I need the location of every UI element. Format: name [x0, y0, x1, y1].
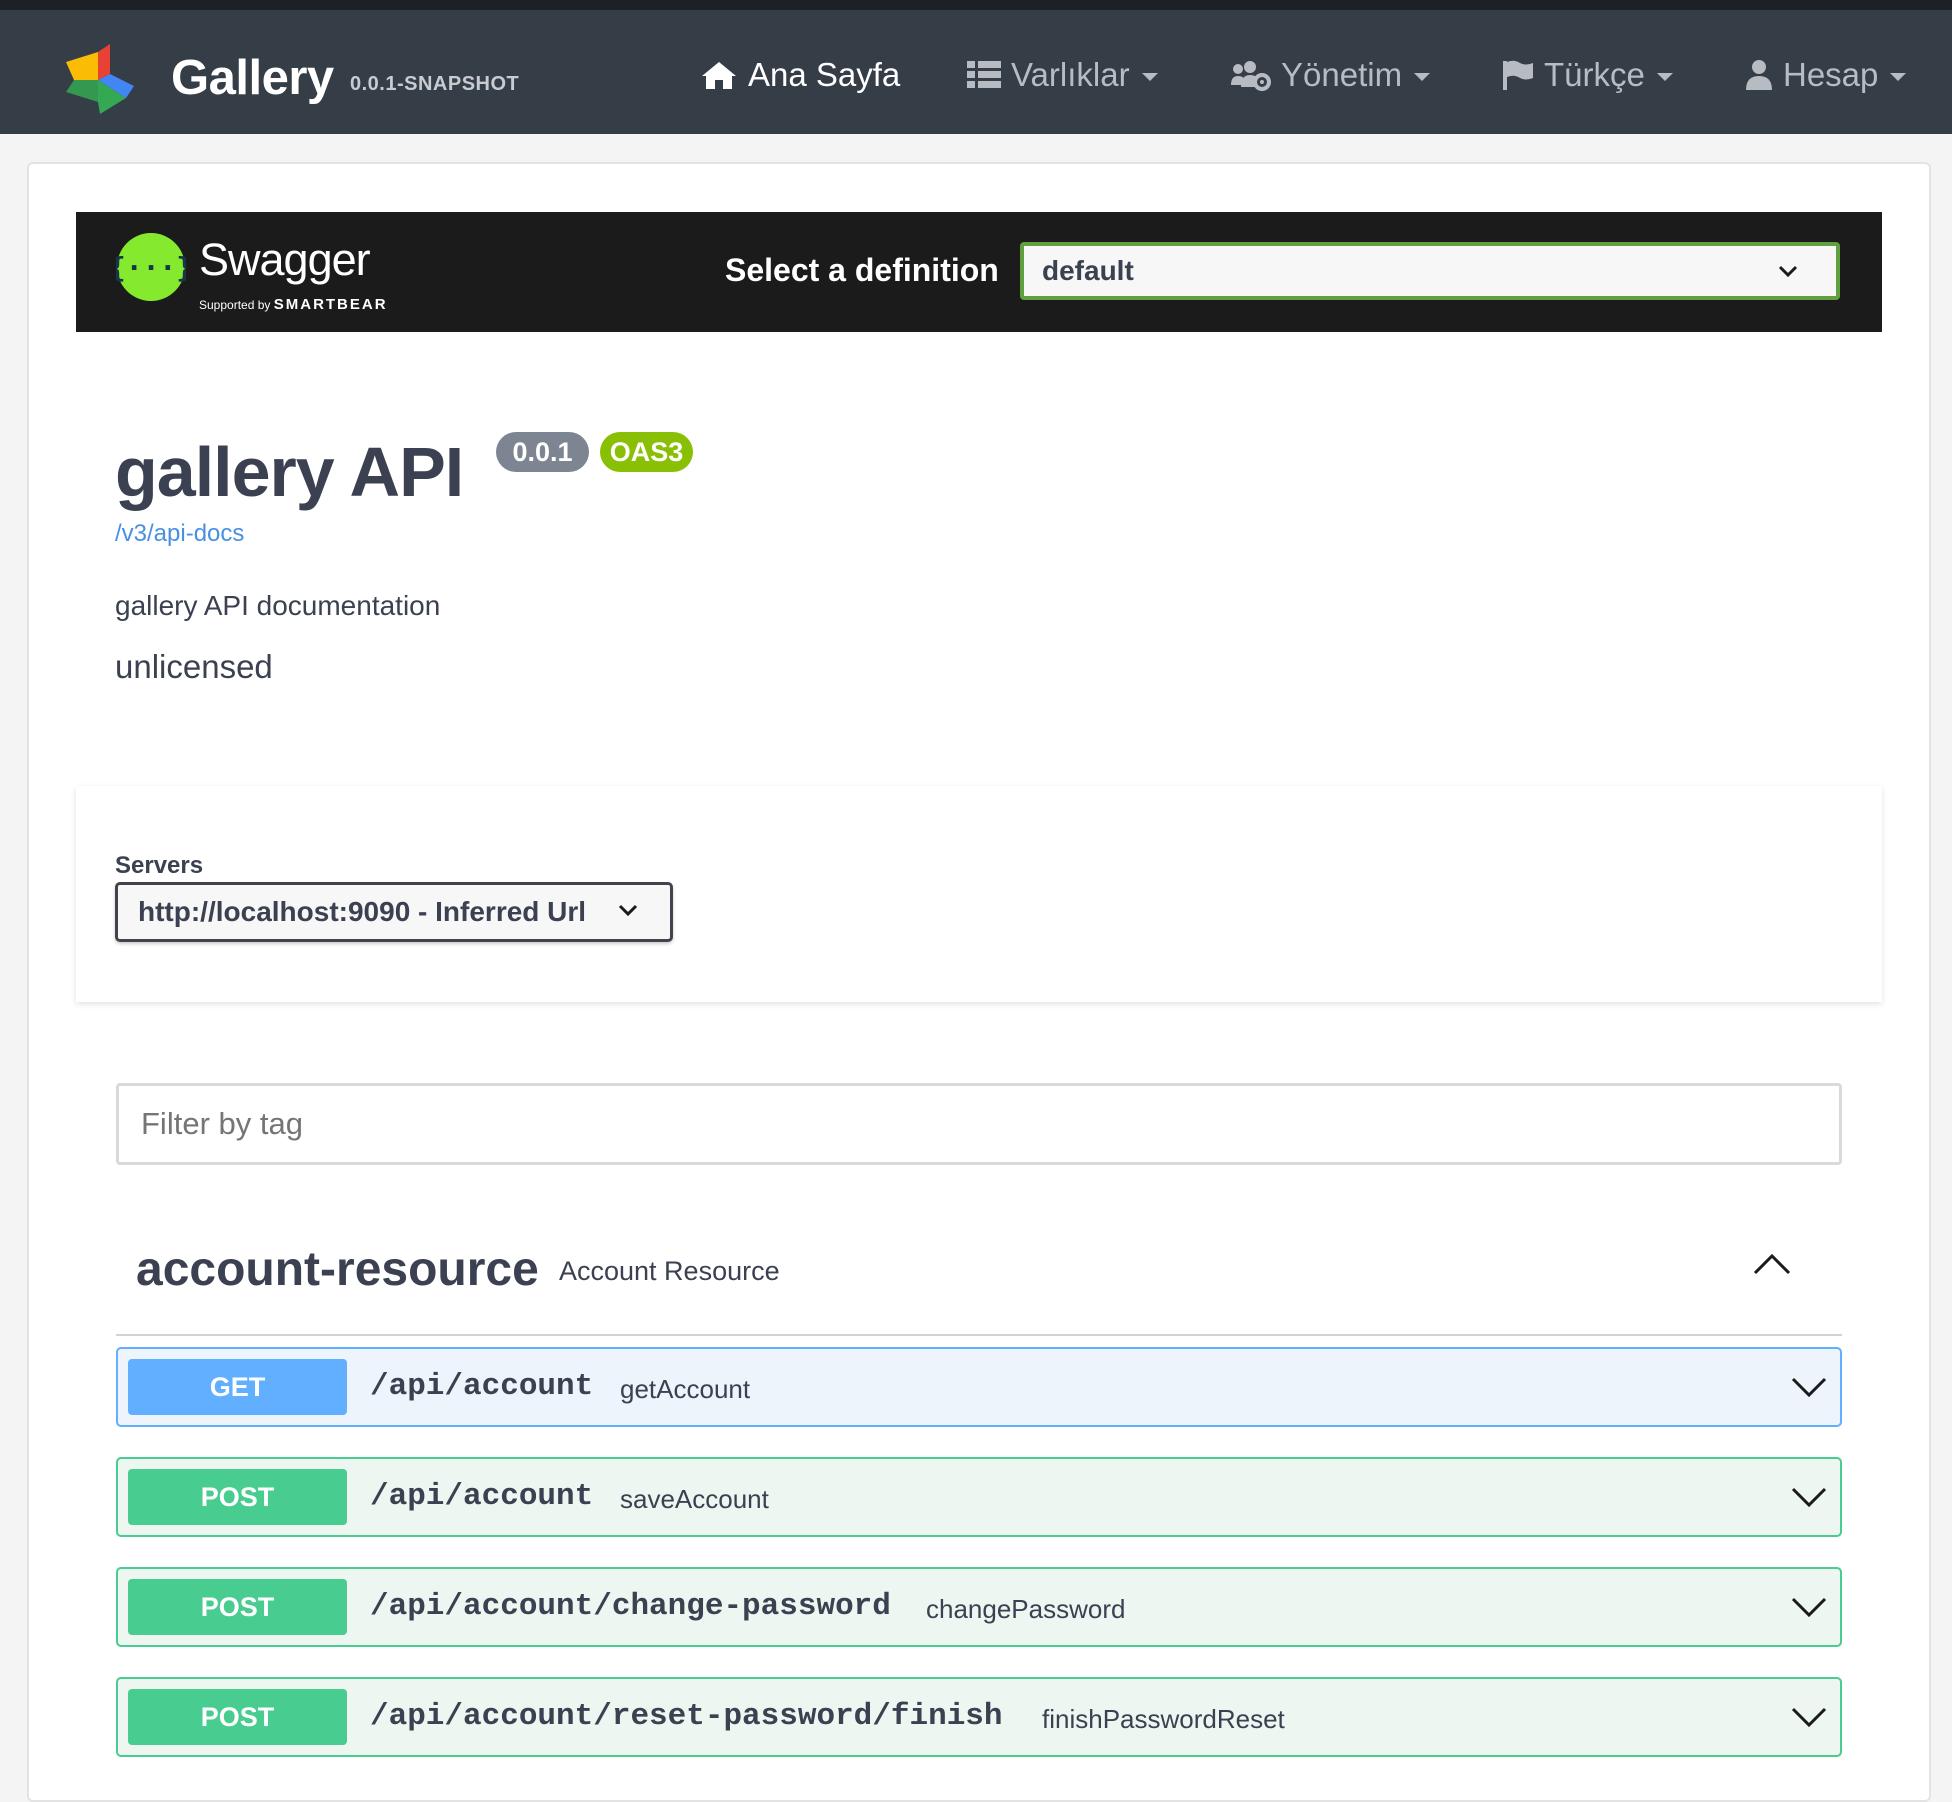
chevron-down-icon [1778, 265, 1798, 278]
caret-down-icon [1890, 73, 1907, 81]
user-icon [1746, 60, 1772, 90]
method-badge: GET [128, 1359, 347, 1415]
method-badge: POST [128, 1469, 347, 1525]
smartbear-text: SMARTBEAR [273, 296, 388, 313]
operation-path: /api/account [370, 1479, 594, 1514]
nav-item-label: Hesap [1783, 56, 1879, 93]
servers-selected-value: http://localhost:9090 - Inferred Url [138, 896, 587, 927]
chevron-up-icon[interactable] [1752, 1252, 1792, 1276]
oas-badge: OAS3 [600, 432, 693, 472]
tag-name: account-resource [136, 1243, 539, 1296]
api-docs-link[interactable]: /v3/api-docs [115, 520, 244, 548]
version-badge: 0.0.1 [496, 432, 589, 472]
nav-item-language[interactable]: Türkçe [1502, 52, 1673, 98]
svg-text:{···}: {···} [116, 251, 186, 284]
operation-post-api-account[interactable]: POST /api/account saveAccount [116, 1457, 1842, 1537]
method-badge: POST [128, 1579, 347, 1635]
swagger-topbar: {···} Swagger Supported by SMARTBEAR Sel… [76, 212, 1882, 332]
definition-label: Select a definition [725, 252, 999, 288]
api-title: gallery API [115, 433, 464, 511]
caret-down-icon [1656, 73, 1673, 81]
caret-down-icon [1141, 73, 1158, 81]
tag-section-header[interactable]: account-resource Account Resource [116, 1230, 1842, 1336]
navbar: Gallery 0.0.1-SNAPSHOT Ana Sayfa Varlıkl… [0, 10, 1952, 134]
chevron-down-icon[interactable] [1790, 1375, 1828, 1399]
tag-description: Account Resource [559, 1256, 780, 1286]
users-cog-icon [1231, 61, 1271, 91]
nav-item-administration[interactable]: Yönetim [1229, 52, 1431, 98]
method-badge: POST [128, 1689, 347, 1745]
operation-path: /api/account [370, 1369, 594, 1404]
operation-path: /api/account/reset-password/finish [370, 1699, 1003, 1734]
brand-version: 0.0.1-SNAPSHOT [350, 73, 520, 95]
flag-icon [1503, 60, 1533, 90]
filter-by-tag-input[interactable] [116, 1083, 1842, 1165]
operation-post-change-password[interactable]: POST /api/account/change-password change… [116, 1567, 1842, 1647]
brand-title[interactable]: Gallery [171, 50, 334, 106]
chevron-down-icon[interactable] [1790, 1595, 1828, 1619]
nav-item-label: Yönetim [1281, 56, 1403, 93]
operation-post-reset-password-finish[interactable]: POST /api/account/reset-password/finish … [116, 1677, 1842, 1757]
nav-item-label: Varlıklar [1011, 56, 1130, 93]
operation-path: /api/account/change-password [370, 1589, 891, 1624]
swagger-supported-by: Supported by SMARTBEAR [199, 296, 388, 313]
nav-item-label: Türkçe [1544, 56, 1645, 93]
definition-select[interactable]: default [1020, 242, 1840, 300]
nav-item-account[interactable]: Hesap [1745, 52, 1907, 98]
nav-item-label: Ana Sayfa [748, 56, 901, 93]
swagger-logo-icon[interactable]: {···} [109, 232, 193, 302]
chevron-down-icon[interactable] [1790, 1705, 1828, 1729]
window-top-strip [0, 0, 1952, 10]
nav-item-home[interactable]: Ana Sayfa [700, 52, 900, 98]
supported-by-text: Supported by [199, 298, 271, 312]
servers-section: Servers http://localhost:9090 - Inferred… [76, 786, 1882, 1002]
chevron-down-icon[interactable] [1790, 1485, 1828, 1509]
caret-down-icon [1414, 73, 1431, 81]
servers-label: Servers [115, 852, 204, 879]
api-license: unlicensed [115, 648, 273, 685]
definition-value: default [1042, 255, 1134, 286]
home-icon [702, 62, 736, 89]
operation-get-api-account[interactable]: GET /api/account getAccount [116, 1347, 1842, 1427]
operation-id: finishPasswordReset [1042, 1704, 1285, 1734]
gallery-logo-icon[interactable] [58, 40, 138, 120]
operation-id: changePassword [926, 1594, 1126, 1624]
chevron-down-icon [618, 904, 638, 917]
operation-id: getAccount [620, 1374, 751, 1404]
list-icon [967, 61, 1001, 88]
swagger-name: Swagger [199, 234, 371, 285]
servers-select[interactable]: http://localhost:9090 - Inferred Url [115, 882, 673, 942]
operation-id: saveAccount [620, 1484, 769, 1514]
nav-item-entities[interactable]: Varlıklar [967, 52, 1158, 98]
api-description: gallery API documentation [115, 590, 441, 621]
